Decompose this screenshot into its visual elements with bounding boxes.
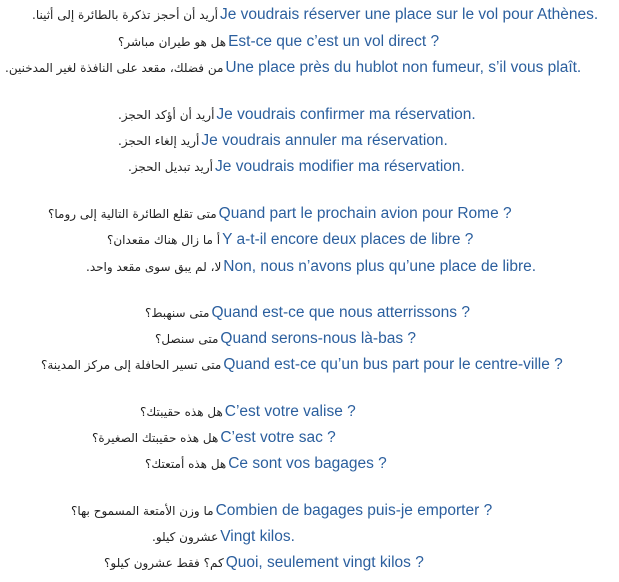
phrase-pair: لا، لم يبق سوى مقعد واحد. Non, nous n’avo…: [86, 255, 536, 279]
phrase-row: أريد أن أحجز تذكرة بالطائرة إلى أثينا. Je…: [0, 3, 619, 27]
phrase-row: أريد أن أؤكد الحجز. Je voudrais confirmer…: [0, 103, 619, 127]
arabic-phrase: أريد أن أؤكد الحجز.: [118, 108, 215, 122]
french-phrase: C’est votre valise ?: [224, 403, 356, 420]
french-phrase: Combien de bagages puis-je emporter ?: [215, 502, 493, 519]
phrase-row: ما وزن الأمتعة المسموح بها؟ Combien de ba…: [0, 499, 619, 523]
phrase-pair: أريد إلغاء الحجز. Je voudrais annuler ma …: [118, 129, 448, 153]
phrase-pair: متى سنهبط؟ Quand est-ce que nous atterris…: [145, 301, 470, 325]
arabic-phrase: أريد إلغاء الحجز.: [118, 134, 200, 148]
arabic-phrase: متى سنصل؟: [155, 332, 219, 346]
french-phrase: Y a-t-il encore deux places de libre ?: [222, 231, 474, 248]
arabic-phrase: متى سنهبط؟: [145, 306, 210, 320]
phrase-row: متى تقلع الطائرة التالية إلى روما؟ Quand …: [0, 202, 619, 226]
arabic-phrase: عشرون كيلو.: [152, 530, 219, 544]
arabic-phrase: كم؟ فقط عشرون كيلو؟: [104, 556, 224, 570]
phrase-pair: أ ما زال هناك مقعدان؟ Y a-t-il encore deu…: [107, 228, 473, 252]
phrase-row: أ ما زال هناك مقعدان؟ Y a-t-il encore deu…: [0, 228, 619, 252]
french-phrase: Je voudrais modifier ma réservation.: [215, 158, 465, 175]
arabic-phrase: لا، لم يبق سوى مقعد واحد.: [86, 260, 222, 274]
phrase-pair: متى سنصل؟ Quand serons-nous là-bas ?: [155, 327, 416, 351]
phrase-row: متى سنهبط؟ Quand est-ce que nous atterris…: [0, 301, 619, 325]
phrase-pair: ما وزن الأمتعة المسموح بها؟ Combien de ba…: [71, 499, 492, 523]
phrase-pair: أريد أن أحجز تذكرة بالطائرة إلى أثينا. Je…: [32, 3, 598, 27]
phrase-pair: متى تقلع الطائرة التالية إلى روما؟ Quand …: [48, 202, 512, 226]
arabic-phrase: أ ما زال هناك مقعدان؟: [107, 233, 221, 247]
phrase-row: هل هذه حقيبتك؟ C’est votre valise ?: [0, 400, 619, 424]
phrase-row: من فضلك، مقعد على النافذة لغير المدخنين.…: [0, 56, 619, 80]
french-phrase: Quand serons-nous là-bas ?: [220, 330, 416, 347]
arabic-phrase: هل هذه حقيبتك الصغيرة؟: [92, 431, 219, 445]
arabic-phrase: هل هذه أمتعتك؟: [145, 457, 227, 471]
phrase-row: كم؟ فقط عشرون كيلو؟ Quoi, seulement vingt…: [0, 551, 619, 575]
phrase-row: عشرون كيلو. Vingt kilos.: [0, 525, 619, 549]
french-phrase: Ce sont vos bagages ?: [228, 455, 387, 472]
phrase-row: هل هذه أمتعتك؟ Ce sont vos bagages ?: [0, 452, 619, 476]
phrase-pair: عشرون كيلو. Vingt kilos.: [152, 525, 295, 549]
arabic-phrase: أريد تبديل الحجز.: [128, 160, 214, 174]
french-phrase: Je voudrais annuler ma réservation.: [201, 132, 448, 149]
french-phrase: Je voudrais confirmer ma réservation.: [216, 106, 476, 123]
phrase-row: لا، لم يبق سوى مقعد واحد. Non, nous n’avo…: [0, 255, 619, 279]
french-phrase: Quoi, seulement vingt kilos ?: [225, 554, 424, 571]
arabic-phrase: هل هذه حقيبتك؟: [140, 405, 223, 419]
french-phrase: Est-ce que c’est un vol direct ?: [228, 33, 440, 50]
phrase-pair: أريد تبديل الحجز. Je voudrais modifier ma…: [128, 155, 465, 179]
arabic-phrase: متى تقلع الطائرة التالية إلى روما؟: [48, 207, 217, 221]
arabic-phrase: أريد أن أحجز تذكرة بالطائرة إلى أثينا.: [32, 8, 218, 22]
phrase-row: أريد إلغاء الحجز. Je voudrais annuler ma …: [0, 129, 619, 153]
phrase-pair: هل هذه حقيبتك؟ C’est votre valise ?: [140, 400, 356, 424]
phrase-pair: هل هو طيران مباشر؟ Est-ce que c’est un vo…: [118, 30, 439, 54]
french-phrase: Quand part le prochain avion pour Rome ?: [218, 205, 512, 222]
french-phrase: Quand est-ce que nous atterrissons ?: [211, 304, 470, 321]
arabic-phrase: هل هو طيران مباشر؟: [118, 35, 227, 49]
phrase-pair: أريد أن أؤكد الحجز. Je voudrais confirmer…: [118, 103, 476, 127]
phrase-row: متى سنصل؟ Quand serons-nous là-bas ?: [0, 327, 619, 351]
phrase-row: هل هذه حقيبتك الصغيرة؟ C’est votre sac ?: [0, 426, 619, 450]
phrase-row: متى تسير الحافلة إلى مركز المدينة؟ Quand …: [0, 353, 619, 377]
french-phrase: Non, nous n’avons plus qu’une place de l…: [223, 258, 537, 275]
phrase-pair: هل هذه أمتعتك؟ Ce sont vos bagages ?: [145, 452, 387, 476]
phrase-row: أريد تبديل الحجز. Je voudrais modifier ma…: [0, 155, 619, 179]
phrase-pair: من فضلك، مقعد على النافذة لغير المدخنين.…: [5, 56, 581, 80]
phrase-pair: هل هذه حقيبتك الصغيرة؟ C’est votre sac ?: [92, 426, 336, 450]
phrase-row: هل هو طيران مباشر؟ Est-ce que c’est un vo…: [0, 30, 619, 54]
french-phrase: Une place près du hublot non fumeur, s’i…: [225, 59, 582, 76]
phrase-pair: كم؟ فقط عشرون كيلو؟ Quoi, seulement vingt…: [104, 551, 424, 575]
french-phrase: Je voudrais réserver une place sur le vo…: [219, 6, 599, 23]
arabic-phrase: ما وزن الأمتعة المسموح بها؟: [71, 504, 214, 518]
phrase-pair: متى تسير الحافلة إلى مركز المدينة؟ Quand …: [41, 353, 563, 377]
french-phrase: C’est votre sac ?: [220, 429, 336, 446]
arabic-phrase: متى تسير الحافلة إلى مركز المدينة؟: [41, 358, 222, 372]
arabic-phrase: من فضلك، مقعد على النافذة لغير المدخنين.: [5, 61, 224, 75]
french-phrase: Vingt kilos.: [220, 528, 295, 545]
french-phrase: Quand est-ce qu’un bus part pour le cent…: [223, 356, 563, 373]
